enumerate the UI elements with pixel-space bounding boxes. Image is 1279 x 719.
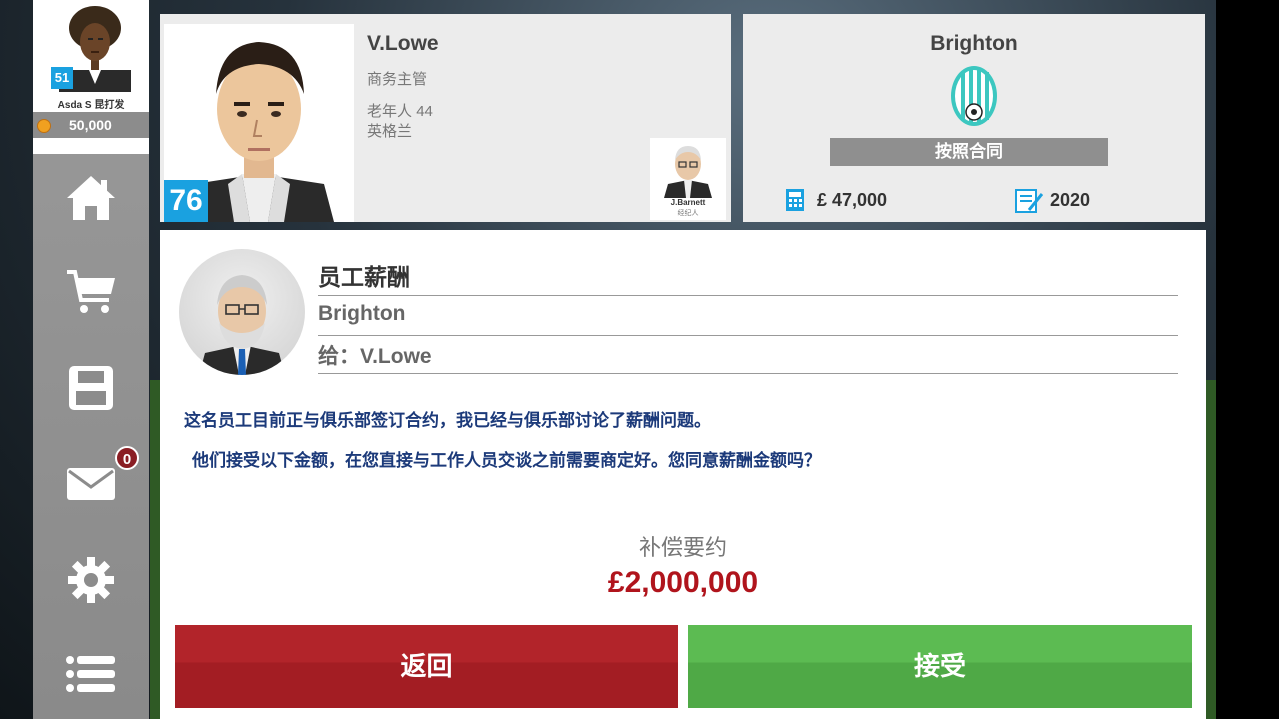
coin-icon (37, 119, 51, 133)
coins-display: 50,000 (33, 112, 149, 138)
player-age: 老年人 44 (367, 100, 433, 121)
message-sender: Brighton (318, 302, 406, 325)
store-button[interactable] (63, 264, 119, 320)
sender-avatar (179, 249, 305, 375)
player-rating-badge: 76 (164, 180, 208, 222)
player-card[interactable]: 76 V.Lowe 商务主管 老年人 44 英格兰 J.Barnett 经纪人 (160, 14, 731, 222)
player-name: V.Lowe (367, 32, 439, 55)
calculator-icon (786, 189, 804, 211)
coins-value: 50,000 (69, 117, 112, 133)
cart-icon (67, 270, 115, 313)
agent-card[interactable]: J.Barnett 经纪人 (650, 138, 726, 220)
manager-name: Asda S 昆打发 (57, 100, 125, 111)
compensation-value: £2,000,000 (607, 566, 759, 599)
club-card: Brighton 按照合同 £ 47,000 2020 (743, 14, 1205, 222)
save-button[interactable] (63, 360, 119, 416)
save-icon (69, 366, 113, 410)
contract-document-icon (1015, 189, 1043, 213)
gear-icon (68, 557, 114, 603)
message-body-line-2: 他们接受以下金额，在您直接与工作人员交谈之前需要商定好。您同意薪酬金额吗？ (192, 451, 821, 470)
sidebar: 51 Asda S 昆打发 50,000 0 (33, 0, 149, 719)
back-button[interactable]: 返回 (175, 625, 678, 708)
mail-button[interactable] (63, 456, 119, 512)
mail-count-badge: 0 (115, 446, 139, 470)
divider (318, 373, 1178, 374)
club-wage: £ 47,000 (817, 190, 888, 210)
compensation-label: 补偿要约 (638, 535, 727, 560)
home-button[interactable] (63, 170, 119, 226)
divider (318, 295, 1178, 296)
settings-button[interactable] (63, 552, 119, 608)
player-nationality: 英格兰 (367, 123, 413, 140)
list-menu-icon (66, 656, 115, 692)
recipient-label: 给： (318, 345, 360, 368)
contract-status-button[interactable]: 按照合同 (830, 138, 1108, 166)
message-panel: 员工薪酬 Brighton 给：V.Lowe 这名员工目前正与俱乐部签订合约，我… (160, 230, 1206, 719)
menu-button[interactable] (63, 646, 119, 702)
divider (318, 335, 1178, 336)
message-recipient: 给：V.Lowe (318, 340, 432, 370)
player-age-value: 44 (416, 103, 433, 120)
accept-button[interactable]: 接受 (688, 625, 1192, 708)
club-name: Brighton (930, 32, 1018, 55)
message-title: 员工薪酬 (318, 264, 410, 290)
right-margin (1216, 0, 1279, 719)
agent-avatar (664, 146, 712, 198)
agent-name: J.Barnett (670, 198, 706, 207)
message-body-line-1: 这名员工目前正与俱乐部签订合约，我已经与俱乐部讨论了薪酬问题。 (184, 411, 711, 430)
manager-profile[interactable]: 51 Asda S 昆打发 50,000 (33, 0, 149, 154)
player-age-label: 老年人 (367, 103, 413, 120)
mail-icon (67, 468, 115, 500)
home-icon (67, 176, 115, 220)
club-crest-icon (951, 66, 997, 126)
recipient-name: V.Lowe (360, 345, 432, 368)
player-role: 商务主管 (367, 71, 428, 88)
agent-role: 经纪人 (677, 210, 699, 217)
manager-level-badge: 51 (51, 67, 73, 89)
contract-expiry-year: 2020 (1050, 190, 1091, 210)
